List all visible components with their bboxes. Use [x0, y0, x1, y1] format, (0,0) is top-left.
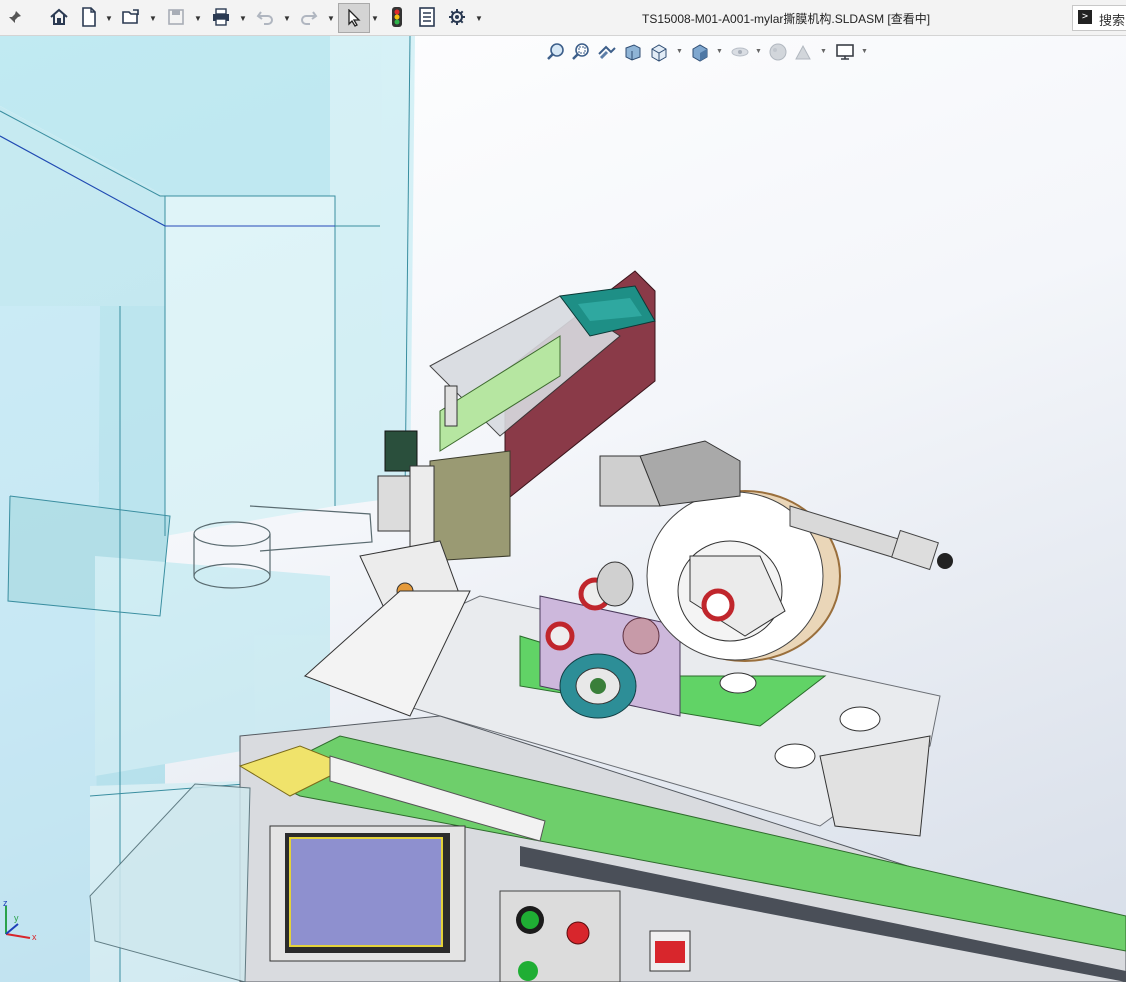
- triad-x-label: x: [32, 932, 37, 942]
- pin-icon[interactable]: [4, 5, 26, 29]
- open-icon[interactable]: [120, 5, 142, 29]
- graphics-viewport[interactable]: ▼ ▼ ▼ ▼ ▼ z y x: [0, 36, 1126, 982]
- options-icon[interactable]: [446, 5, 468, 29]
- save-icon[interactable]: [165, 5, 187, 29]
- redo-dropdown-icon[interactable]: ▼: [327, 14, 335, 23]
- save-dropdown-icon[interactable]: ▼: [194, 14, 202, 23]
- triad-z-label: z: [3, 898, 8, 908]
- search-label: 搜索: [1099, 13, 1126, 28]
- open-dropdown-icon[interactable]: ▼: [149, 14, 157, 23]
- command-prompt-icon: >: [1078, 10, 1092, 24]
- new-document-icon[interactable]: [78, 5, 100, 29]
- triad-y-label: y: [14, 913, 19, 923]
- search-box[interactable]: > 搜索: [1072, 5, 1126, 31]
- undo-icon[interactable]: [254, 5, 276, 29]
- coordinate-triad: z y x: [0, 898, 40, 943]
- undo-dropdown-icon[interactable]: ▼: [283, 14, 291, 23]
- rebuild-icon[interactable]: [386, 5, 408, 29]
- select-dropdown-icon[interactable]: ▼: [371, 14, 379, 23]
- select-icon[interactable]: [338, 3, 370, 33]
- redo-icon[interactable]: [298, 5, 320, 29]
- assembly-model[interactable]: [0, 36, 1126, 982]
- new-dropdown-icon[interactable]: ▼: [105, 14, 113, 23]
- print-icon[interactable]: [210, 5, 232, 29]
- options-dropdown-icon[interactable]: ▼: [475, 14, 483, 23]
- print-dropdown-icon[interactable]: ▼: [239, 14, 247, 23]
- file-properties-icon[interactable]: [416, 5, 438, 29]
- window-title: TS15008-M01-A001-mylar撕膜机构.SLDASM [查看中]: [642, 12, 931, 26]
- title-bar: ▼ ▼ ▼ ▼ ▼ ▼ ▼ ▼ TS15008-M01-A001-mylar撕膜…: [0, 0, 1126, 36]
- home-icon[interactable]: [48, 5, 70, 29]
